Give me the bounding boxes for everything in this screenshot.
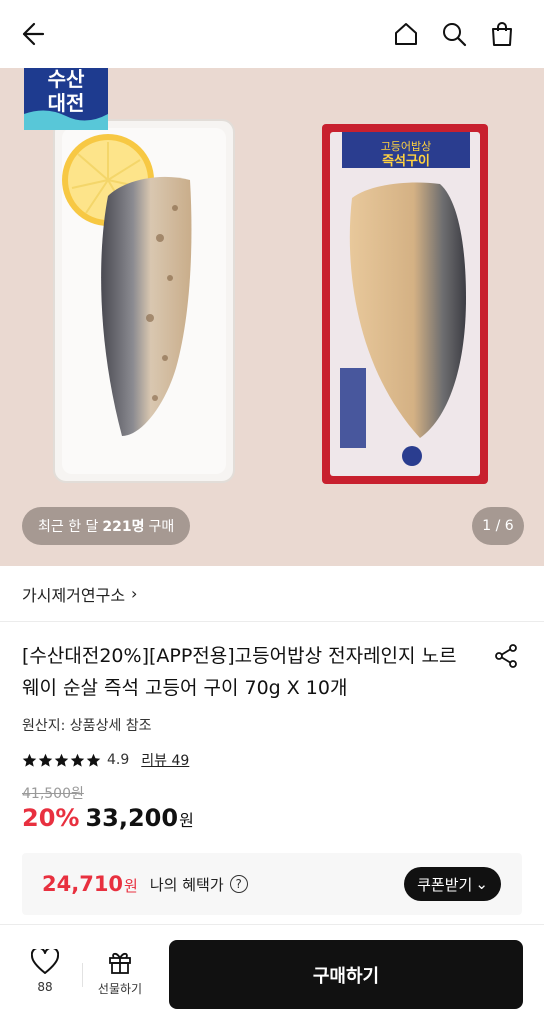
like-button[interactable]: 88 xyxy=(20,949,70,1001)
chevron-down-icon: ⌄ xyxy=(475,875,488,893)
share-icon[interactable] xyxy=(491,641,521,671)
svg-text:고등어밥상: 고등어밥상 xyxy=(381,140,432,153)
product-title: [수산대전20%][APP전용]고등어밥상 전자레인지 노르웨이 순살 즉석 고… xyxy=(22,645,457,699)
brand-link[interactable]: 가시제거연구소 › xyxy=(0,566,544,622)
benefit-price-box: 24,710원 나의 혜택가 ? 쿠폰받기 ⌄ xyxy=(22,853,522,915)
shopping-bag-icon[interactable] xyxy=(485,17,519,51)
price-unit: 원 xyxy=(179,811,194,830)
star-icon xyxy=(54,753,69,767)
gift-label: 선물하기 xyxy=(97,982,143,996)
star-icon xyxy=(86,753,101,767)
rating-score: 4.9 xyxy=(107,752,130,768)
svg-text:대전: 대전 xyxy=(48,91,85,115)
arrow-left-icon[interactable] xyxy=(14,17,48,51)
sale-price: 33,200 xyxy=(85,804,179,832)
benefit-price-unit: 원 xyxy=(124,877,138,895)
svg-text:즉석구이: 즉석구이 xyxy=(382,153,430,169)
discount-rate: 20% xyxy=(22,804,80,832)
coupon-button-label: 쿠폰받기 xyxy=(417,875,473,894)
star-icon xyxy=(70,753,85,767)
svg-text:수산: 수산 xyxy=(48,68,85,91)
recent-purchase-count: 221명 xyxy=(102,519,145,535)
product-photo: 고등어밥상 즉석구이 수산 대전 xyxy=(0,68,544,566)
benefit-price-value: 24,710 xyxy=(42,872,124,896)
chevron-right-icon: › xyxy=(131,584,138,603)
recent-purchase-prefix: 최근 한 달 xyxy=(38,519,99,535)
bottom-action-bar: 88 선물하기 구매하기 xyxy=(0,924,544,1024)
coupon-button[interactable]: 쿠폰받기 ⌄ xyxy=(404,867,501,901)
origin-info: 원산지: 상품상세 참조 xyxy=(22,718,152,734)
original-price: 41,500원 xyxy=(22,786,84,802)
divider xyxy=(82,963,83,987)
buy-button[interactable]: 구매하기 xyxy=(169,940,523,1009)
heart-icon xyxy=(31,949,59,974)
gift-icon xyxy=(109,952,131,974)
recent-purchase-badge: 최근 한 달 221명 구매 xyxy=(22,507,191,545)
help-icon[interactable]: ? xyxy=(229,875,248,893)
review-link[interactable]: 리뷰 49 xyxy=(141,750,189,770)
top-app-bar xyxy=(0,0,544,68)
like-count: 88 xyxy=(37,980,53,994)
brand-name: 가시제거연구소 xyxy=(22,585,126,605)
star-rating xyxy=(22,753,101,768)
star-icon xyxy=(22,753,37,767)
rating-row: 4.9 리뷰 49 xyxy=(22,749,189,771)
price-row: 20% 33,200 원 xyxy=(22,804,194,832)
image-page-indicator: 1 / 6 xyxy=(472,507,524,545)
gift-button[interactable]: 선물하기 xyxy=(94,949,146,1001)
recent-purchase-suffix: 구매 xyxy=(148,519,175,535)
benefit-price: 24,710원 xyxy=(42,872,138,896)
home-icon[interactable] xyxy=(389,17,423,51)
star-icon xyxy=(38,753,53,767)
benefit-label: 나의 혜택가 xyxy=(149,875,224,894)
product-image-carousel[interactable]: 고등어밥상 즉석구이 수산 대전 최근 한 달 221명 구매 1 / 6 xyxy=(0,68,544,566)
search-icon[interactable] xyxy=(437,17,471,51)
